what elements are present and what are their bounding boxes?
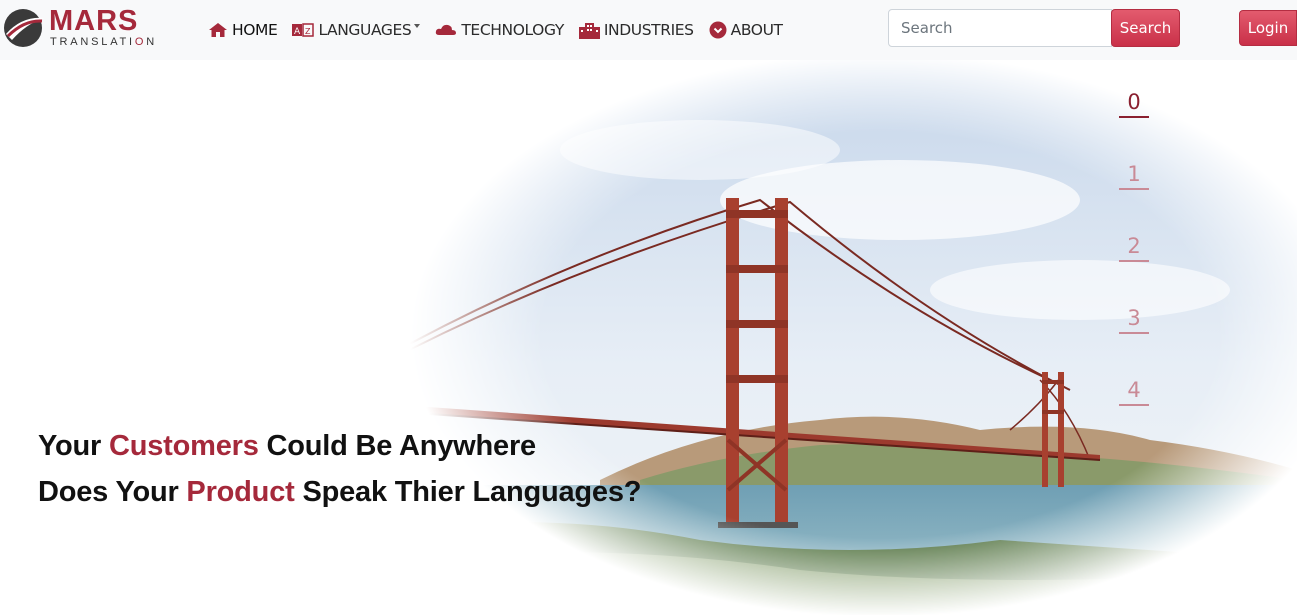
carousel-indicator-4[interactable]: 4: [1119, 378, 1149, 406]
nav-home[interactable]: HOME: [208, 19, 278, 41]
search-button[interactable]: Search: [1111, 9, 1180, 47]
mars-logo-icon: [4, 9, 44, 47]
nav-home-label: HOME: [232, 21, 278, 39]
navbar: MARS TRANSLATION HOME AZ LANGUAGES TECHN…: [0, 0, 1297, 60]
chevron-down-icon: [414, 24, 421, 28]
svg-text:Z: Z: [305, 27, 311, 36]
nav-technology[interactable]: TECHNOLOGY: [435, 19, 564, 41]
nav-about[interactable]: ABOUT: [709, 19, 783, 41]
logo[interactable]: MARS TRANSLATION: [2, 6, 172, 50]
search-input[interactable]: Search: [888, 9, 1112, 47]
nav-languages-label: LANGUAGES: [318, 21, 412, 39]
hero-headline-line1: Your Customers Could Be Anywhere: [38, 430, 536, 462]
nav-technology-label: TECHNOLOGY: [461, 21, 564, 39]
nav-industries-label: INDUSTRIES: [603, 21, 694, 39]
language-icon: AZ: [292, 23, 315, 37]
carousel-indicator-0[interactable]: 0: [1119, 90, 1149, 118]
nav-industries[interactable]: INDUSTRIES: [578, 19, 694, 41]
info-circle-icon: [709, 21, 727, 39]
cloud-icon: [436, 24, 457, 35]
home-icon: [209, 23, 227, 37]
golden-gate-bridge-image: [379, 60, 1297, 615]
carousel-indicator-3[interactable]: 3: [1119, 306, 1149, 334]
login-button[interactable]: Login: [1239, 10, 1297, 46]
main-nav: HOME AZ LANGUAGES TECHNOLOGY INDUSTRIES …: [208, 19, 798, 41]
nav-languages[interactable]: AZ LANGUAGES: [292, 19, 421, 41]
hero-headline-line2: Does Your Product Speak Thier Languages?: [38, 476, 642, 508]
carousel-indicator-2[interactable]: 2: [1119, 234, 1149, 262]
building-icon: [578, 22, 600, 39]
nav-about-label: ABOUT: [730, 21, 783, 39]
hero-carousel: Your Customers Could Be Anywhere Does Yo…: [0, 60, 1297, 615]
search-placeholder: Search: [901, 19, 953, 37]
carousel-indicator-1[interactable]: 1: [1119, 162, 1149, 190]
logo-brand: MARS: [49, 5, 139, 37]
logo-sub: TRANSLATION: [50, 36, 158, 48]
